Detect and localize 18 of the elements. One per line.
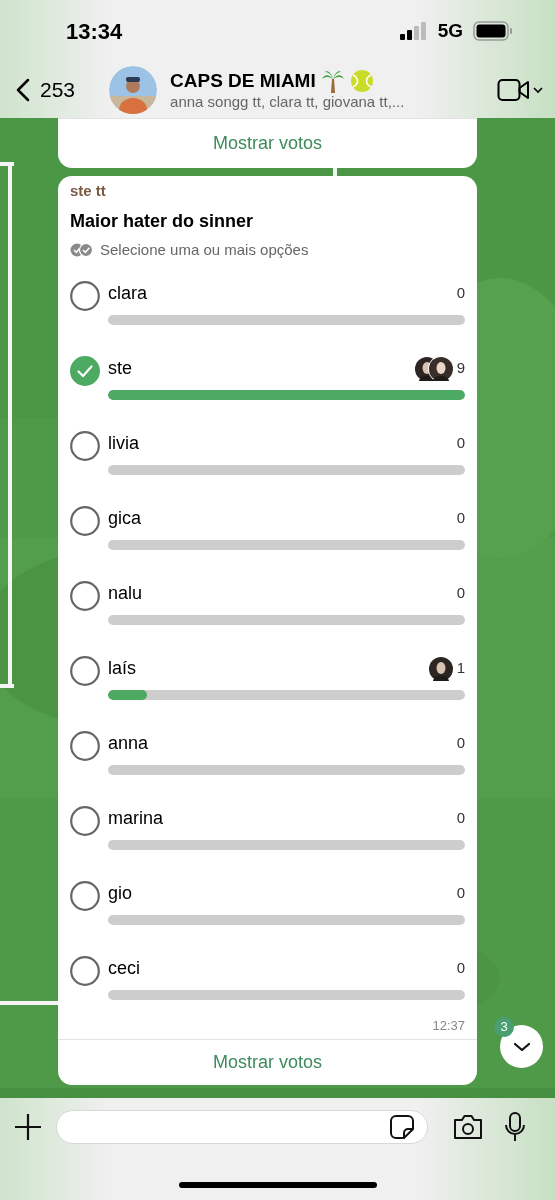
microphone-button[interactable] — [504, 1112, 526, 1142]
video-camera-icon[interactable] — [497, 78, 531, 102]
chat-members: anna songg tt, clara tt, giovana tt,... — [170, 93, 406, 111]
chat-title: CAPS DE MIAMI — [170, 69, 316, 93]
palm-tree-icon — [321, 69, 344, 93]
camera-button[interactable] — [452, 1114, 484, 1140]
chevron-left-icon[interactable] — [16, 78, 30, 102]
status-time: 13:34 — [66, 17, 123, 46]
sticker-icon[interactable] — [389, 1114, 415, 1140]
back-button[interactable]: 253 — [16, 74, 76, 106]
message-input-field[interactable] — [56, 1110, 428, 1144]
tennis-ball-icon — [349, 69, 374, 93]
network-label: 5G — [437, 18, 463, 43]
add-button[interactable] — [14, 1113, 42, 1141]
battery-icon — [473, 21, 513, 41]
video-call-button[interactable] — [497, 78, 543, 102]
chevron-down-icon[interactable] — [533, 86, 543, 94]
signal-icon — [399, 22, 428, 40]
